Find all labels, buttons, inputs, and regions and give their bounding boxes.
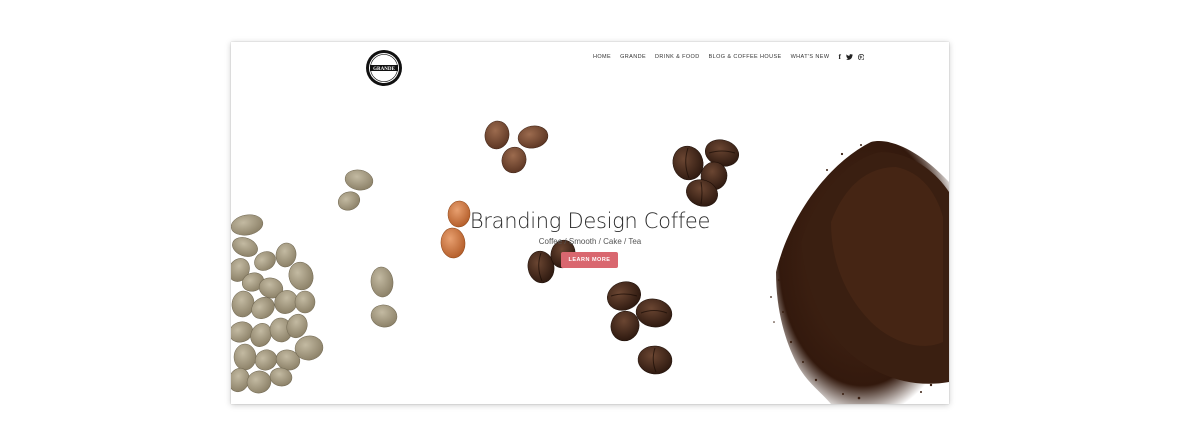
green-beans-cluster (231, 169, 398, 394)
nav-item-home[interactable]: HOME (593, 54, 611, 60)
hero-subtitle: Coffee / Smooth / Cake / Tea (538, 237, 642, 246)
medium-roast-beans (484, 120, 549, 174)
social-links: f (838, 53, 865, 61)
nav-item-drink-food[interactable]: DRINK & FOOD (655, 54, 700, 60)
brand-logo[interactable]: GRANDE (365, 49, 403, 87)
logo-text: GRANDE (373, 67, 395, 72)
nav-item-whats-new[interactable]: WHAT'S NEW (791, 54, 830, 60)
main-nav: HOME GRANDE DRINK & FOOD BLOG & COFFEE H… (593, 53, 865, 61)
pinterest-icon[interactable] (857, 53, 865, 61)
facebook-icon[interactable]: f (838, 53, 841, 61)
hero-screenshot-frame: GRANDE HOME GRANDE DRINK & FOOD BLOG & C… (231, 42, 949, 404)
twitter-icon[interactable] (845, 53, 853, 60)
ground-coffee-pile (770, 141, 949, 404)
learn-more-button[interactable]: LEARN MORE (561, 252, 618, 268)
nav-item-blog-coffee-house[interactable]: BLOG & COFFEE HOUSE (709, 54, 782, 60)
hero-title: Branding Design Coffee (469, 209, 711, 233)
nav-item-grande[interactable]: GRANDE (620, 54, 646, 60)
dark-roast-beans (527, 139, 740, 375)
